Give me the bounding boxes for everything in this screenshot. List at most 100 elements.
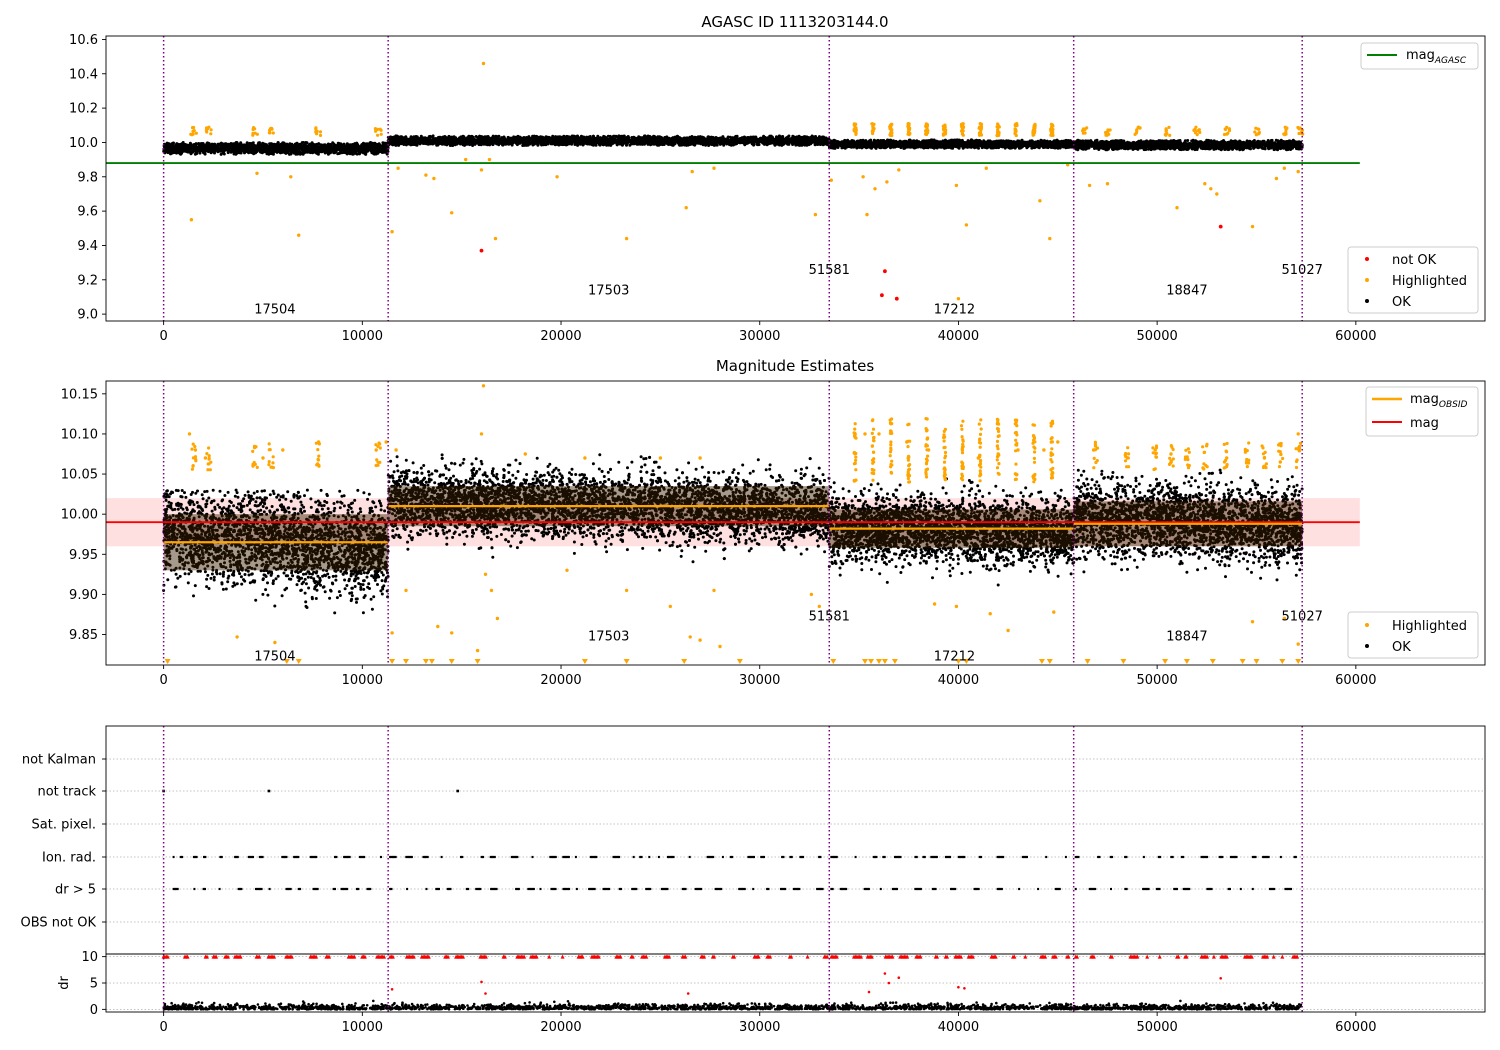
ok-point: [561, 141, 564, 144]
ok-point: [410, 135, 413, 138]
ok-point: [363, 149, 366, 152]
ok-point: [306, 151, 309, 154]
ok-point: [647, 142, 650, 145]
ok-point: [573, 141, 576, 144]
ok-point: [269, 143, 272, 146]
ok-point: [180, 147, 183, 150]
ok-point: [217, 149, 220, 152]
ok-point: [315, 146, 318, 149]
ok-point: [279, 149, 282, 152]
ok-point: [296, 142, 299, 145]
ok-point: [350, 150, 353, 153]
ok-point: [259, 146, 262, 149]
ok-point: [714, 144, 717, 147]
ok-point: [310, 144, 313, 147]
ok-point: [174, 144, 177, 147]
ok-point: [270, 150, 273, 153]
ok-point: [286, 143, 289, 146]
ok-point: [432, 134, 435, 137]
ok-point: [343, 151, 346, 154]
ok-point: [281, 141, 284, 144]
ok-point: [176, 145, 179, 148]
ok-point: [263, 148, 266, 151]
ok-point: [231, 144, 234, 147]
ok-point: [185, 145, 188, 148]
ok-point: [168, 145, 171, 148]
ok-point: [224, 143, 227, 146]
ok-point: [290, 147, 293, 150]
ok-point: [332, 146, 335, 149]
ok-point: [373, 147, 376, 150]
ok-point: [346, 152, 349, 155]
ok-point: [290, 143, 293, 146]
ok-point: [340, 146, 343, 149]
ok-point: [197, 142, 200, 145]
ok-point: [235, 141, 238, 144]
ok-point: [707, 144, 710, 147]
ok-point: [209, 146, 212, 149]
ok-point: [194, 153, 197, 156]
ok-point: [238, 150, 241, 153]
ok-point: [337, 142, 340, 145]
ok-point: [257, 149, 260, 152]
ok-point: [287, 150, 290, 153]
ok-point: [203, 148, 206, 151]
ok-point: [550, 142, 553, 145]
ok-point: [251, 148, 254, 151]
ok-point: [220, 145, 223, 148]
ok-point: [344, 146, 347, 149]
ok-point: [312, 151, 315, 154]
ok-point: [332, 142, 335, 145]
ok-point: [188, 145, 191, 148]
ok-point: [273, 143, 276, 146]
ok-point: [244, 148, 247, 151]
ok-point: [171, 145, 174, 148]
figure: AGASC ID 1113203144.0 175041750351581172…: [0, 0, 1500, 1050]
ok-point: [190, 151, 193, 154]
ok-point: [165, 146, 168, 149]
ok-point: [413, 135, 416, 138]
ok-point: [241, 145, 244, 148]
ok-point: [285, 146, 288, 149]
ok-point: [628, 144, 631, 147]
ok-point: [304, 141, 307, 144]
ok-point: [326, 148, 329, 151]
ok-point: [324, 152, 327, 155]
ok-point: [304, 148, 307, 151]
ok-point: [185, 150, 188, 153]
ok-point: [361, 146, 364, 149]
ok-point: [305, 146, 308, 149]
ok-point: [227, 145, 230, 148]
ok-point: [353, 143, 356, 146]
ok-point: [199, 149, 202, 152]
ok-point: [377, 147, 380, 150]
ok-point: [206, 149, 209, 152]
ok-point: [231, 149, 234, 152]
ok-point: [326, 145, 329, 148]
ok-point: [358, 152, 361, 155]
ok-point: [212, 146, 215, 149]
ok-point: [370, 151, 373, 154]
ok-point: [290, 151, 293, 154]
ok-point: [257, 143, 260, 146]
ok-point: [251, 145, 254, 148]
ok-point: [317, 150, 320, 153]
ok-point: [224, 147, 227, 150]
ok-point: [221, 149, 224, 152]
ok-point: [371, 144, 374, 147]
ok-point: [246, 141, 249, 144]
ok-point: [164, 149, 167, 152]
ok-point: [194, 147, 197, 150]
ok-point: [366, 149, 369, 152]
ok-point: [172, 149, 175, 152]
ok-point: [302, 153, 305, 156]
ok-point: [247, 147, 250, 150]
ok-point: [354, 149, 357, 152]
ok-point: [217, 145, 220, 148]
ok-point: [243, 151, 246, 154]
ok-point: [234, 153, 237, 156]
ok-point: [246, 150, 249, 153]
ok-point: [385, 145, 388, 148]
ok-point: [429, 135, 432, 138]
ok-point: [351, 153, 354, 156]
